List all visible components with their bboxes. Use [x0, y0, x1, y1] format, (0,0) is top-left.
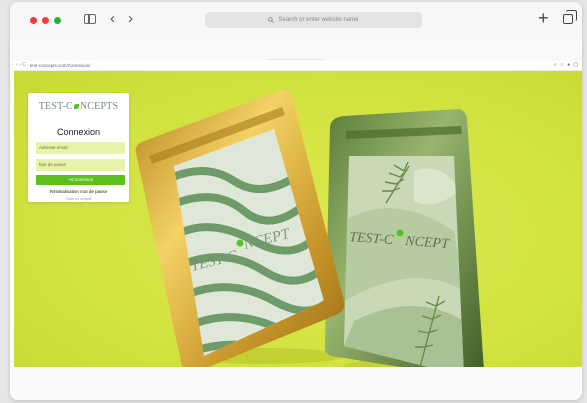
- password-field[interactable]: Mot de passe: [36, 159, 125, 171]
- address-bar-text: Search or enter website name: [278, 17, 359, 23]
- leaf-icon: [73, 104, 79, 109]
- green-bag-brand: TEST-C: [349, 230, 395, 248]
- brand-logo-right: NCEPTS: [79, 101, 119, 112]
- login-button-label: Connexion: [71, 177, 94, 182]
- gold-bag: TEST-C NCEPT: [135, 90, 345, 367]
- page-footer-area: [10, 368, 582, 400]
- inner-url[interactable]: test-concepts.com/Connexion/: [30, 61, 91, 70]
- sidebar-toggle-icon[interactable]: [84, 14, 96, 24]
- email-field[interactable]: Adresse email: [36, 142, 125, 154]
- green-bag-brand-end: NCEPT: [404, 234, 451, 252]
- close-window-button[interactable]: [30, 17, 37, 24]
- login-title: Connexion: [56, 127, 101, 137]
- back-icon[interactable]: ‹: [110, 11, 115, 27]
- create-account-link[interactable]: Créer un compte: [28, 197, 129, 201]
- brand-logo-left: TEST-C: [38, 101, 73, 112]
- forward-icon[interactable]: ›: [128, 11, 133, 27]
- inner-browser-toolbar: ‹ › C test-concepts.com/Connexion/ ⌕ ☆ ●…: [14, 61, 582, 71]
- window-controls: [30, 17, 61, 24]
- browser-toolbar: ‹ › Search or enter website name +: [10, 2, 582, 40]
- tab-indicator: [268, 59, 323, 60]
- minimize-window-button[interactable]: [42, 17, 49, 24]
- bookmark-star-icon[interactable]: ☆: [560, 61, 564, 70]
- address-bar[interactable]: Search or enter website name: [205, 12, 422, 28]
- search-icon: [268, 17, 275, 23]
- zoom-icon[interactable]: ⌕: [554, 61, 557, 70]
- profile-icon[interactable]: ▢: [573, 61, 578, 70]
- extension-icon[interactable]: ●: [567, 61, 570, 70]
- reset-password-link[interactable]: Réinitialisation mot de passe: [28, 189, 129, 194]
- login-button[interactable]: ⇥Connexion: [36, 175, 125, 185]
- inner-extension-icons: ⌕ ☆ ● ▢: [554, 61, 578, 70]
- tab-overview-icon[interactable]: [563, 10, 577, 24]
- new-tab-icon[interactable]: +: [538, 8, 549, 28]
- login-card: TEST-C NCEPTS Connexion Adresse email Mot…: [28, 93, 129, 202]
- green-bag: TEST-C NCEPT: [324, 109, 484, 367]
- browser-window: ‹ › Search or enter website name + ‹ › C…: [10, 2, 582, 400]
- inner-nav-icons[interactable]: ‹ › C: [16, 61, 26, 70]
- brand-logo: TEST-C NCEPTS: [28, 101, 129, 112]
- tab-strip: [10, 42, 582, 60]
- maximize-window-button[interactable]: [54, 17, 61, 24]
